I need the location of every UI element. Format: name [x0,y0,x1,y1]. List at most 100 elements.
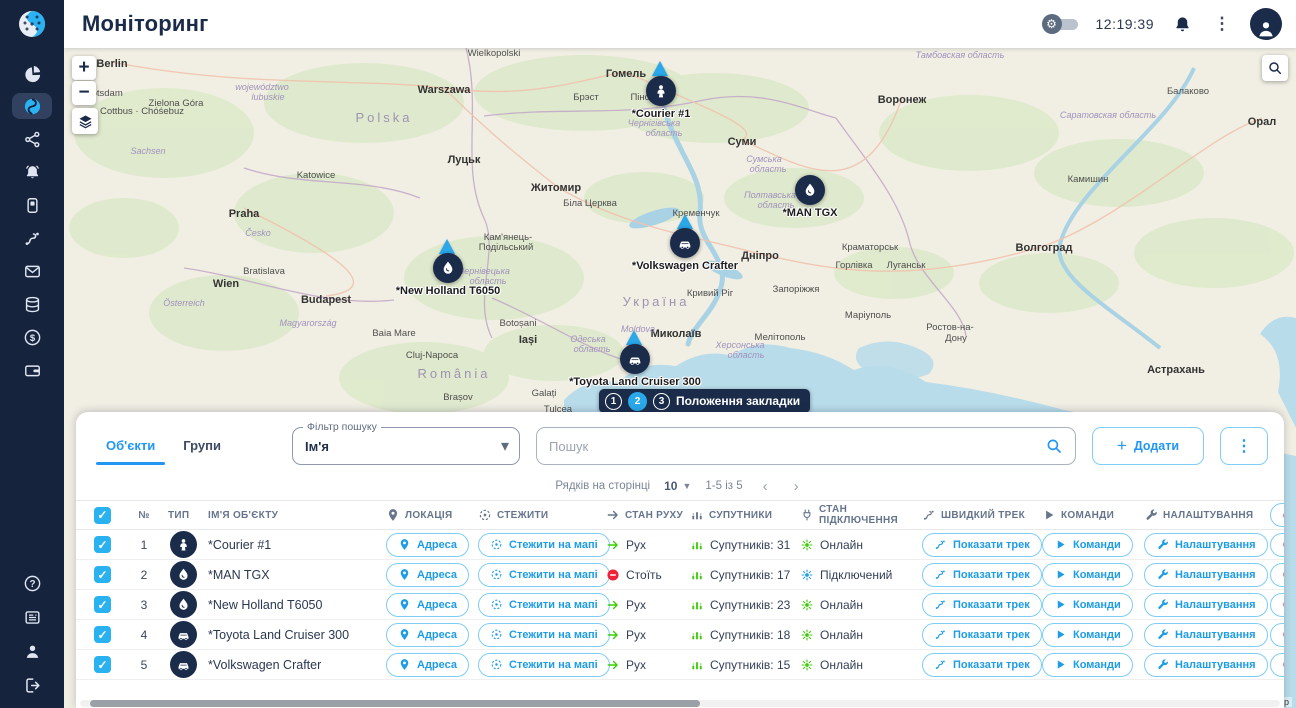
map-marker-volkswagen[interactable]: *Volkswagen Crafter [670,228,700,258]
address-button[interactable]: Адреса [386,533,469,557]
sidebar-item-dashboard[interactable] [12,60,52,86]
news-icon [23,608,42,627]
address-button[interactable]: Адреса [386,593,469,617]
wrench-icon [1156,658,1169,671]
avatar[interactable] [1250,8,1282,40]
commands-button[interactable]: Команди [1042,563,1133,587]
satellite-signal-icon [690,538,704,552]
sidebar-item-profile[interactable] [12,638,52,664]
map-zoom-out-button[interactable]: − [72,81,96,105]
bookmark-1[interactable]: 1 [605,393,622,410]
table-row[interactable]: ✓ 3 *New Holland T6050 Адреса Стежити на… [76,590,1284,620]
pin-icon [398,568,411,581]
row-checkbox[interactable]: ✓ [94,536,111,553]
bookmark-2[interactable]: 2 [628,392,647,411]
row-checkbox[interactable]: ✓ [94,596,111,613]
online-icon [800,598,814,612]
theme-toggle[interactable]: ⚙ [1042,13,1080,35]
sidebar-item-messages[interactable] [12,258,52,284]
show-track-button[interactable]: Показати трек [922,533,1042,557]
sidebar-item-help[interactable] [12,570,52,596]
tab-objects[interactable]: Об'єкти [96,430,165,463]
pin-icon [386,508,400,522]
bookmark-3[interactable]: 3 [653,393,670,410]
search-input[interactable] [549,439,1045,454]
sidebar-item-wallet[interactable] [12,357,52,383]
row-action-button[interactable] [1270,533,1284,557]
follow-on-map-button[interactable]: Стежити на мапі [478,533,610,557]
sidebar-item-devices[interactable] [12,192,52,218]
tank-marker-icon [433,253,463,283]
show-track-button[interactable]: Показати трек [922,623,1042,647]
settings-button[interactable]: Налаштування [1144,533,1268,557]
settings-button[interactable]: Налаштування [1144,593,1268,617]
sidebar-item-database[interactable] [12,291,52,317]
sidebar-item-billing[interactable] [12,324,52,350]
map-marker-toyota[interactable]: *Toyota Land Cruiser 300 [620,344,650,374]
share-network-icon [23,130,42,149]
globe-icon [23,97,42,116]
commands-button[interactable]: Команди [1042,593,1133,617]
row-action-button[interactable] [1270,623,1284,647]
show-track-button[interactable]: Показати трек [922,563,1042,587]
app-logo [0,0,64,48]
address-button[interactable]: Адреса [386,623,469,647]
satellite-signal-icon [690,628,704,642]
map-search-button[interactable] [1262,55,1288,81]
map-marker-new-holland[interactable]: *New Holland T6050 [433,253,463,283]
row-checkbox[interactable]: ✓ [94,566,111,583]
page-prev-button[interactable]: ‹ [757,478,774,495]
settings-button[interactable]: Налаштування [1144,623,1268,647]
satellites-status: Супутників: 17 [690,568,790,582]
map-marker-courier[interactable]: *Courier #1 [646,76,676,106]
show-track-button[interactable]: Показати трек [922,653,1042,677]
sidebar-item-logout[interactable] [12,672,52,698]
address-button[interactable]: Адреса [386,653,469,677]
panel-menu-button[interactable]: ⋮ [1220,427,1268,465]
table-row[interactable]: ✓ 4 *Toyota Land Cruiser 300 Адреса Стеж… [76,620,1284,650]
row-checkbox[interactable]: ✓ [94,626,111,643]
row-checkbox[interactable]: ✓ [94,656,111,673]
marker-label: *Volkswagen Crafter [632,260,738,272]
sidebar-item-notifications[interactable] [12,159,52,185]
column-action-button[interactable] [1270,503,1284,527]
scrollbar-thumb[interactable] [90,700,700,707]
settings-button[interactable]: Налаштування [1144,653,1268,677]
sidebar-item-monitoring[interactable] [12,93,52,119]
commands-button[interactable]: Команди [1042,623,1133,647]
search-filter-select[interactable]: Фільтр пошуку Ім'я ▾ [292,427,520,465]
show-track-button[interactable]: Показати трек [922,593,1042,617]
select-all-checkbox[interactable]: ✓ [94,507,111,524]
row-action-button[interactable] [1270,563,1284,587]
tab-groups[interactable]: Групи [173,430,231,463]
commands-button[interactable]: Команди [1042,653,1133,677]
map-zoom-in-button[interactable]: + [72,56,96,80]
sidebar-item-routes[interactable] [12,225,52,251]
satellite-signal-icon [690,508,704,522]
page-next-button[interactable]: › [788,478,805,495]
sidebar-item-news[interactable] [12,604,52,630]
commands-button[interactable]: Команди [1042,533,1133,557]
follow-on-map-button[interactable]: Стежити на мапі [478,623,610,647]
horizontal-scrollbar[interactable] [80,700,1280,707]
address-button[interactable]: Адреса [386,563,469,587]
notifications-button[interactable] [1170,12,1194,36]
rows-per-page-select[interactable]: 10▼ [664,479,691,493]
row-action-button[interactable] [1270,653,1284,677]
pagination: Рядків на сторінці 10▼ 1-5 із 5 ‹ › [76,472,1284,500]
header-menu-button[interactable]: ⋮ [1210,12,1234,36]
map-layers-button[interactable] [72,108,98,134]
follow-on-map-button[interactable]: Стежити на мапі [478,563,610,587]
row-action-button[interactable] [1270,593,1284,617]
settings-button[interactable]: Налаштування [1144,563,1268,587]
table-row[interactable]: ✓ 1 *Courier #1 Адреса Стежити на мапі Р… [76,530,1284,560]
table-row[interactable]: ✓ 5 *Volkswagen Crafter Адреса Стежити н… [76,650,1284,680]
follow-on-map-button[interactable]: Стежити на мапі [478,593,610,617]
satellites-status: Супутників: 15 [690,658,790,672]
follow-on-map-button[interactable]: Стежити на мапі [478,653,610,677]
sidebar-item-share[interactable] [12,126,52,152]
table-row[interactable]: ✓ 2 *MAN TGX Адреса Стежити на мапі Стої… [76,560,1284,590]
add-object-button[interactable]: + Додати [1092,427,1204,465]
map-marker-man-tgx[interactable]: *MAN TGX [795,175,825,205]
route-icon [934,628,947,641]
